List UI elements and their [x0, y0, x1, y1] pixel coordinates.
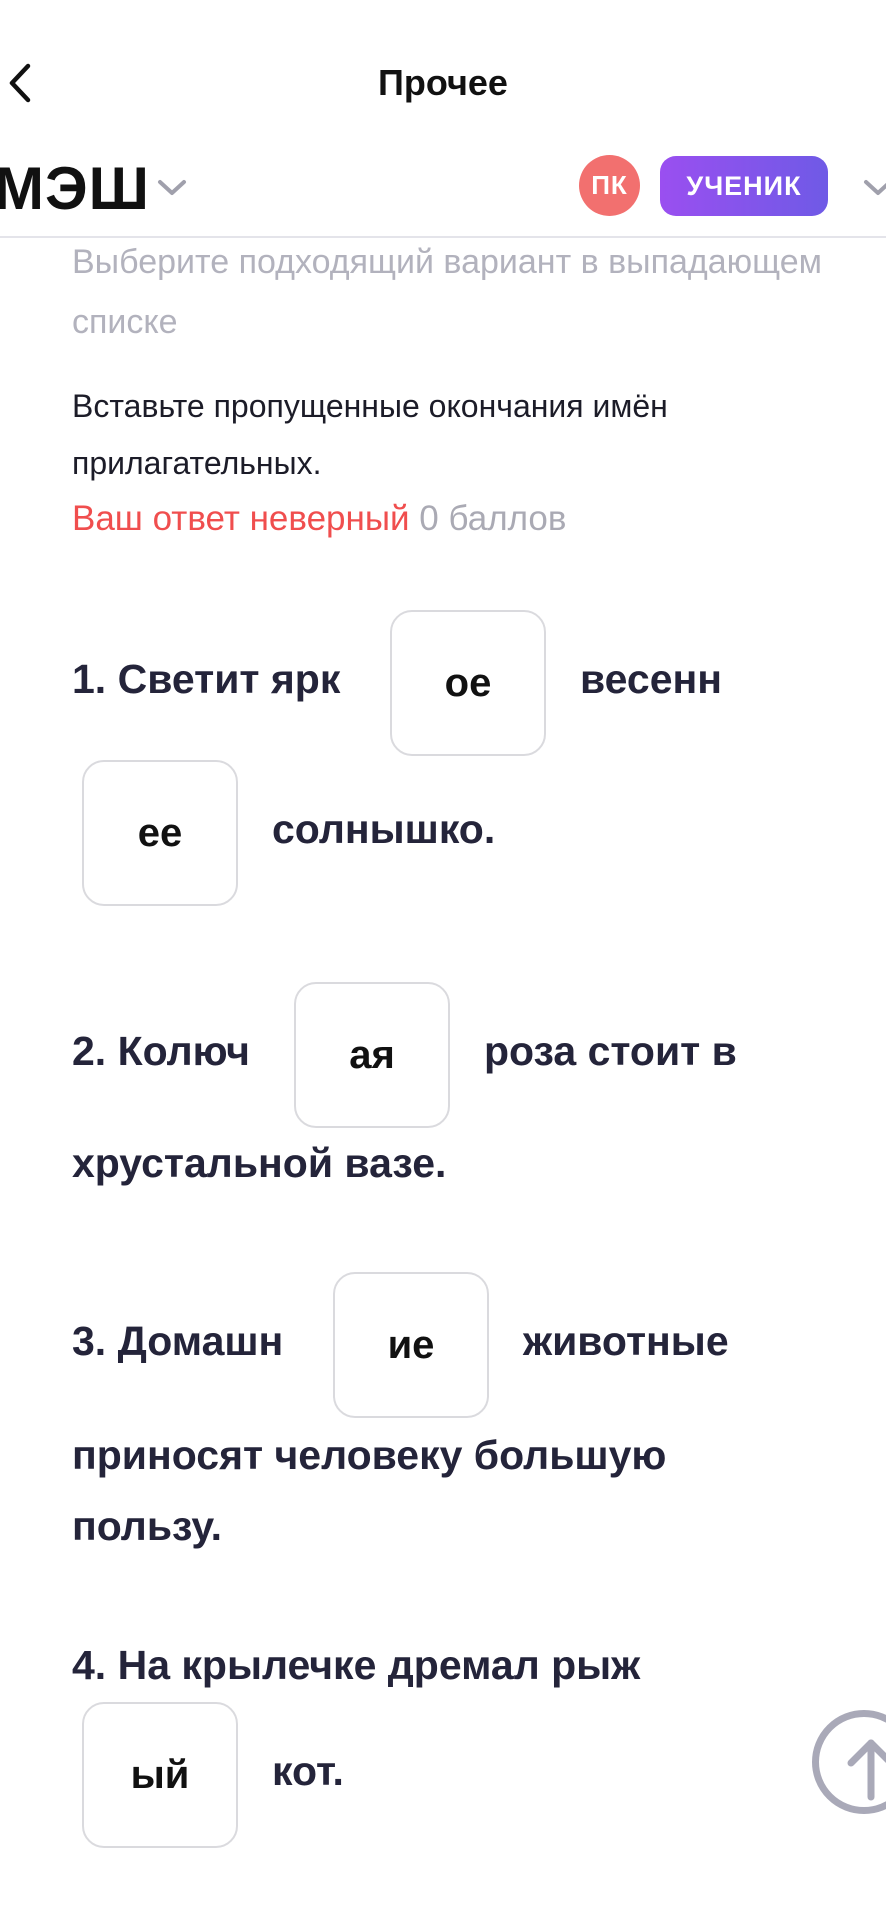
item-1-answer-1[interactable]: ое: [390, 610, 546, 756]
item-2-text-before: 2. Колюч: [72, 1028, 250, 1074]
app-header: МЭШ ПК УЧЕНИК: [0, 150, 886, 238]
item-4-text-before: 4. На крылечке дремал рыж: [72, 1642, 641, 1688]
chevron-down-icon[interactable]: [858, 172, 886, 202]
item-3-answer[interactable]: ие: [333, 1272, 489, 1418]
item-4-answer[interactable]: ый: [82, 1702, 238, 1848]
item-2-text-line2: хрустальной вазе.: [72, 1140, 447, 1186]
mesh-logo[interactable]: МЭШ: [0, 154, 150, 224]
item-3-text-line3: пользу.: [72, 1503, 222, 1549]
item-4-text-after: кот.: [272, 1748, 344, 1794]
item-1-text-before: 1. Светит ярк: [72, 656, 341, 702]
item-3-text-before: 3. Домашн: [72, 1318, 284, 1364]
item-1-text-middle: весенн: [580, 656, 723, 702]
top-navigation-bar: Прочее: [0, 0, 886, 150]
user-avatar[interactable]: ПК: [579, 155, 640, 216]
result-score: 0 баллов: [419, 499, 567, 538]
item-1-text-after: солнышко.: [272, 806, 496, 852]
page-title: Прочее: [378, 62, 508, 103]
role-badge[interactable]: УЧЕНИК: [660, 156, 828, 216]
item-3-text-line2: приносят человеку большую: [72, 1432, 667, 1478]
arrow-up-icon: [847, 1739, 886, 1801]
scroll-to-top-button[interactable]: [812, 1710, 886, 1814]
item-2-text-after: роза стоит в: [484, 1028, 737, 1074]
item-3-text-after: животные: [523, 1318, 729, 1364]
question-hint: Выберите подходящий вариант в выпадающем…: [72, 243, 823, 341]
answer-result: Ваш ответ неверный 0 баллов: [72, 494, 567, 544]
result-status: Ваш ответ неверный: [72, 499, 410, 538]
item-2-answer[interactable]: ая: [294, 982, 450, 1128]
chevron-down-icon[interactable]: [152, 172, 192, 202]
question-task: Вставьте пропущенные окончания имён прил…: [72, 388, 668, 481]
item-1-answer-2[interactable]: ее: [82, 760, 238, 906]
